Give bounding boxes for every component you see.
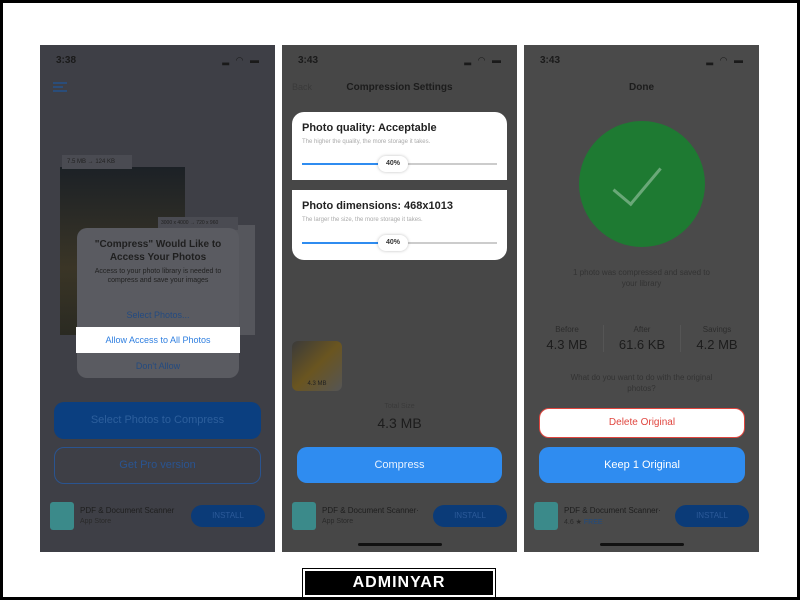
watermark-logo: ADMINYAR xyxy=(302,568,496,598)
stat-before: Before 4.3 MB xyxy=(528,325,606,352)
stat-after: After 61.6 KB xyxy=(603,325,681,352)
stat-value: 4.3 MB xyxy=(546,337,588,352)
compress-button[interactable]: Compress xyxy=(297,447,502,483)
rating: 4.6 ★ xyxy=(564,519,582,526)
ad-title: PDF & Document Scanner· xyxy=(564,506,661,515)
install-button[interactable]: INSTALL xyxy=(675,505,749,527)
stat-value: 4.2 MB xyxy=(696,337,738,352)
dimensions-card: Photo dimensions: 468x1013 The larger th… xyxy=(292,190,507,260)
stat-label: After xyxy=(633,325,651,334)
status-time: 3:43 xyxy=(298,55,319,66)
select-photos-to-compress-button[interactable]: Select Photos to Compress xyxy=(54,402,261,439)
stat-value: 61.6 KB xyxy=(618,337,666,352)
status-time: 3:38 xyxy=(56,55,77,66)
ad-banner[interactable]: PDF & Document Scanner· 4.6 ★ FREE INSTA… xyxy=(524,497,759,539)
quality-slider-knob[interactable]: 40% xyxy=(378,156,408,172)
delete-original-button[interactable]: Delete Original xyxy=(539,408,745,438)
status-icons: ▂ ◠ ▬ xyxy=(222,55,261,65)
app-icon xyxy=(292,502,316,530)
ad-title: PDF & Document Scanner· xyxy=(322,506,419,515)
stat-label: Savings xyxy=(702,325,732,334)
quality-title: Photo quality: Acceptable xyxy=(302,122,437,134)
status-icons: ▂ ◠ ▬ xyxy=(464,55,503,65)
page-title: Compression Settings xyxy=(346,82,453,93)
keep-original-button[interactable]: Keep 1 Original xyxy=(539,447,745,483)
app-icon xyxy=(534,502,558,530)
original-question: What do you want to do with the original… xyxy=(570,373,713,393)
page-title: Done xyxy=(629,82,654,93)
menu-icon[interactable] xyxy=(53,82,67,92)
screen-permission: 3:38 ▂ ◠ ▬ 7.5 MB → 124 KB 3000 x 4000 →… xyxy=(40,45,275,552)
dialog-title: "Compress" Would Like to Access Your Pho… xyxy=(94,239,222,263)
stat-savings: Savings 4.2 MB xyxy=(678,325,756,352)
permission-dialog: "Compress" Would Like to Access Your Pho… xyxy=(77,228,239,378)
select-photos-option[interactable]: Select Photos... xyxy=(77,303,239,327)
ad-subtitle: App Store xyxy=(80,518,112,525)
ad-subtitle: App Store xyxy=(322,518,354,525)
install-button[interactable]: INSTALL xyxy=(191,505,265,527)
get-pro-button[interactable]: Get Pro version xyxy=(54,447,261,484)
home-indicator xyxy=(358,543,442,546)
allow-all-photos-option[interactable]: Allow Access to All Photos xyxy=(76,327,240,353)
price: FREE xyxy=(583,519,603,526)
total-size-label: Total Size xyxy=(384,403,415,410)
status-icons: ▂ ◠ ▬ xyxy=(706,55,745,65)
screen-done: 3:43 ▂ ◠ ▬ Done 1 photo was compressed a… xyxy=(524,45,759,552)
thumbnail-size: 4.3 MB xyxy=(307,381,327,387)
dimensions-slider-knob[interactable]: 40% xyxy=(378,235,408,251)
stat-label: Before xyxy=(555,325,579,334)
status-time: 3:43 xyxy=(540,55,561,66)
dimensions-slider[interactable]: 40% xyxy=(302,235,497,251)
app-icon xyxy=(50,502,74,530)
quality-card: Photo quality: Acceptable The higher the… xyxy=(292,112,507,180)
quality-hint: The higher the quality, the more storage… xyxy=(302,139,431,145)
total-size-value: 4.3 MB xyxy=(377,415,422,431)
dialog-message: Access to your photo library is needed t… xyxy=(94,268,222,284)
ad-rating: 4.6 ★ FREE xyxy=(564,518,603,526)
dimensions-hint: The larger the size, the more storage it… xyxy=(302,217,423,223)
ad-banner[interactable]: PDF & Document Scanner· App Store INSTAL… xyxy=(282,497,517,539)
done-message: 1 photo was compressed and saved to your… xyxy=(573,268,710,288)
success-checkmark-icon xyxy=(579,121,705,247)
home-indicator xyxy=(600,543,684,546)
ad-banner[interactable]: PDF & Document Scanner App Store INSTALL xyxy=(40,497,275,539)
photo-thumbnail[interactable]: 4.3 MB xyxy=(292,341,342,391)
quality-slider[interactable]: 40% xyxy=(302,156,497,172)
photo-badge-1: 7.5 MB → 124 KB xyxy=(62,155,132,169)
screen-compression-settings: 3:43 ▂ ◠ ▬ Back Compression Settings Pho… xyxy=(282,45,517,552)
ad-title: PDF & Document Scanner xyxy=(80,506,175,515)
dont-allow-option[interactable]: Don't Allow xyxy=(77,354,239,378)
install-button[interactable]: INSTALL xyxy=(433,505,507,527)
dimensions-title: Photo dimensions: 468x1013 xyxy=(302,200,453,212)
